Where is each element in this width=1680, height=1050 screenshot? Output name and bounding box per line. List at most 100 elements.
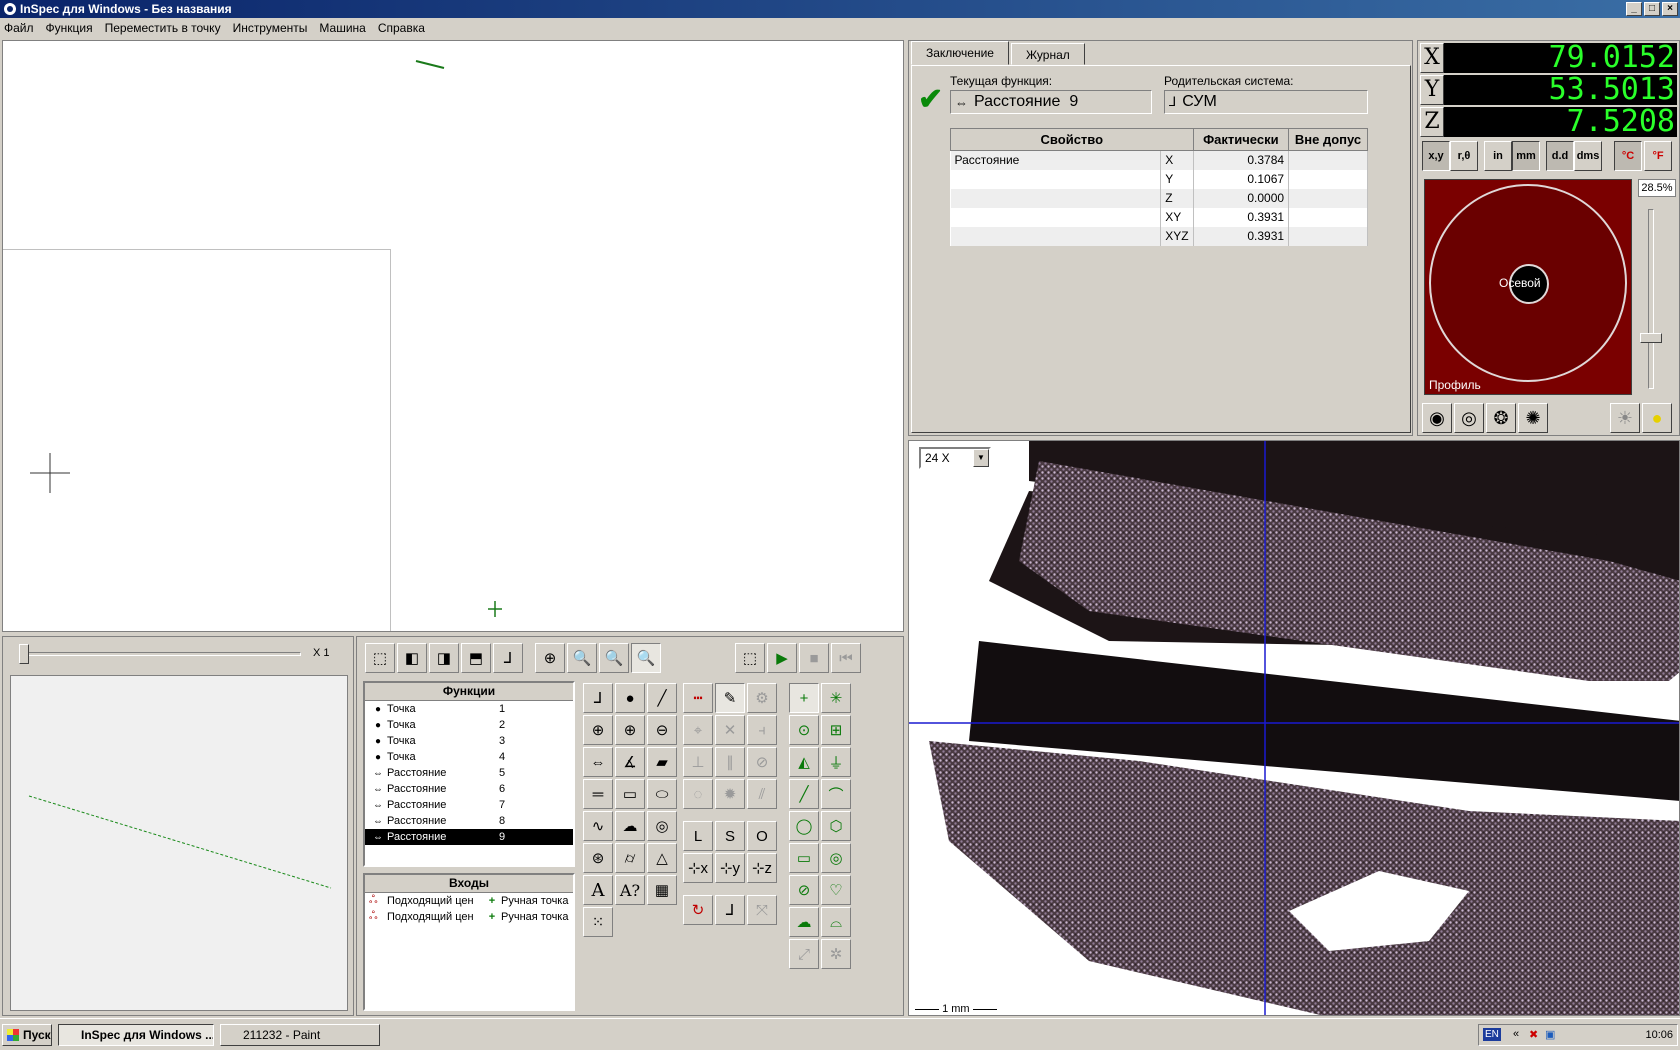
profile-scan-button[interactable]: ⌓ [821,907,851,937]
coord-system-tool-button[interactable]: ⅃ [583,683,613,713]
feature-row[interactable]: ● Точка 3 [365,733,573,749]
taskbar-item-paint[interactable]: 211232 - Paint [220,1024,380,1046]
ring-double-button[interactable]: ◎ [1454,403,1484,433]
mirror-tool-button[interactable]: ⫞ [747,715,777,745]
circle-tool-button[interactable]: ⊕ [583,715,613,745]
property-row[interactable]: Z 0.0000 [950,188,1368,208]
unit-inch-button[interactable]: in [1484,141,1512,171]
menu-machine[interactable]: Машина [319,21,365,35]
unit-dms-button[interactable]: dms [1574,141,1602,171]
surface-focus-button[interactable]: ◭ [789,747,819,777]
box-edge-button[interactable]: ▭ [789,843,819,873]
unit-mm-button[interactable]: mm [1512,141,1540,171]
unit-fahrenheit-button[interactable]: °F [1644,141,1672,171]
dro-z-label[interactable]: Z [1420,107,1444,137]
skew-button[interactable]: ⅃ [715,895,745,925]
shape-match-button[interactable]: ♡ [821,875,851,905]
tangent-tool-button[interactable]: ⊘ [747,747,777,777]
ring-multi-button[interactable]: ✺ [1518,403,1548,433]
origin-z-button[interactable]: ⊹z [747,853,777,883]
blob-edge-button[interactable]: ☁ [789,907,819,937]
target-tool-button[interactable]: ⌖ [683,715,713,745]
view-front-button[interactable]: ◧ [397,643,427,673]
obround-tool-button[interactable]: ⬭ [647,779,677,809]
view-top-button[interactable]: ⬒ [461,643,491,673]
feature-row[interactable]: ⇔ Расстояние 9 [365,829,573,845]
rectangle-tool-button[interactable]: ▭ [615,779,645,809]
line-tool-button[interactable]: ╱ [647,683,677,713]
property-row[interactable]: XYZ 0.3931 [950,226,1368,246]
contour-edge-button[interactable]: ⬡ [821,811,851,841]
origin-y-button[interactable]: ⊹y [715,853,745,883]
tray-network-icon[interactable]: ▣ [1545,1028,1555,1041]
gear-tool-button[interactable]: ✹ [715,779,745,809]
light-control[interactable]: Осевой Профиль [1424,179,1632,395]
feature-row[interactable]: ⇔ Расстояние 7 [365,797,573,813]
menu-tools[interactable]: Инструменты [233,21,308,35]
move-axis-button[interactable]: ⤢ [789,939,819,969]
text-tool-button[interactable]: A [583,875,613,905]
arc-tool-button[interactable]: ⊕ [615,715,645,745]
unit-xy-button[interactable]: x,y [1422,141,1450,171]
minimize-button[interactable]: _ [1626,2,1642,16]
sphere-tool-button[interactable]: ⊛ [583,843,613,873]
dro-x-label[interactable]: X [1420,43,1444,73]
feature-row[interactable]: ● Точка 1 [365,701,573,717]
dro-y-label[interactable]: Y [1420,75,1444,105]
property-row[interactable]: Y 0.1067 [950,169,1368,189]
record-button[interactable]: ⬚ [735,643,765,673]
auto-point-button[interactable]: ✳ [821,683,851,713]
feature-row[interactable]: ⇔ Расстояние 6 [365,781,573,797]
rewind-button[interactable]: ⏮ [831,643,861,673]
profile-view[interactable] [10,675,348,1011]
unit-celsius-button[interactable]: °C [1614,141,1642,171]
property-row[interactable]: XY 0.3931 [950,207,1368,227]
rotate-button[interactable]: ↻ [683,895,713,925]
menu-feature[interactable]: Функция [46,21,93,35]
tray-expand-icon[interactable]: « [1513,1028,1519,1040]
zoom-in-button[interactable]: 🔍 [567,643,597,673]
play-button[interactable]: ▶ [767,643,797,673]
height-gauge-button[interactable]: ⏚ [821,747,851,777]
property-row[interactable]: Расстояние X 0.3784 [950,150,1368,170]
scan-tool-button[interactable]: ⚙ [747,683,777,713]
language-indicator[interactable]: EN [1483,1028,1501,1041]
tab-log[interactable]: Журнал [1010,43,1085,65]
view-side-button[interactable]: ◨ [429,643,459,673]
circle-edge-button[interactable]: ◯ [789,811,819,841]
point-cloud-button[interactable]: ⁙ [583,907,613,937]
focus-button[interactable]: ⊙ [789,715,819,745]
menu-move-to-point[interactable]: Переместить в точку [105,21,221,35]
part-view[interactable] [2,40,904,632]
stop-button[interactable]: ■ [799,643,829,673]
angle-tool-button[interactable]: ∡ [615,747,645,777]
arc-edge-button[interactable]: ⌒ [821,779,851,809]
menu-help[interactable]: Справка [378,21,425,35]
unit-decimal-deg-button[interactable]: d.d [1546,141,1574,171]
maximize-button[interactable]: □ [1644,2,1660,16]
zoom-slider-track[interactable] [19,652,301,656]
light-on-button[interactable]: ● [1642,403,1672,433]
zoom-slider-thumb[interactable] [19,644,29,664]
light-off-button[interactable]: ☀ [1610,403,1640,433]
curve-tool-button[interactable]: ∿ [583,811,613,841]
distance-tool-button[interactable]: ⇔ [583,747,613,777]
width-tool-button[interactable]: ═ [583,779,613,809]
ring-segment-button[interactable]: ❂ [1486,403,1516,433]
point-tool-button[interactable]: ● [615,683,645,713]
feature-row[interactable]: ● Точка 2 [365,717,573,733]
ring-single-button[interactable]: ◉ [1422,403,1452,433]
feature-row[interactable]: ⇔ Расстояние 5 [365,765,573,781]
align-l-button[interactable]: L [683,821,713,851]
start-button[interactable]: Пуск [2,1024,52,1046]
zoom-window-button[interactable]: 🔍 [631,643,661,673]
bullseye-button[interactable]: ◎ [821,843,851,873]
transform-button[interactable]: ⤧ [747,895,777,925]
blob-tool-button[interactable]: ☁ [615,811,645,841]
query-tool-button[interactable]: A? [615,875,645,905]
ring-tool-button[interactable]: ◎ [647,811,677,841]
calculator-button[interactable]: ▦ [647,875,677,905]
bolt-circle-tool-button[interactable]: ◌ [683,779,713,809]
input-row[interactable]: ஃ Подходящий цен + Ручная точка [365,893,573,909]
edge-focus-button[interactable]: ⊞ [821,715,851,745]
